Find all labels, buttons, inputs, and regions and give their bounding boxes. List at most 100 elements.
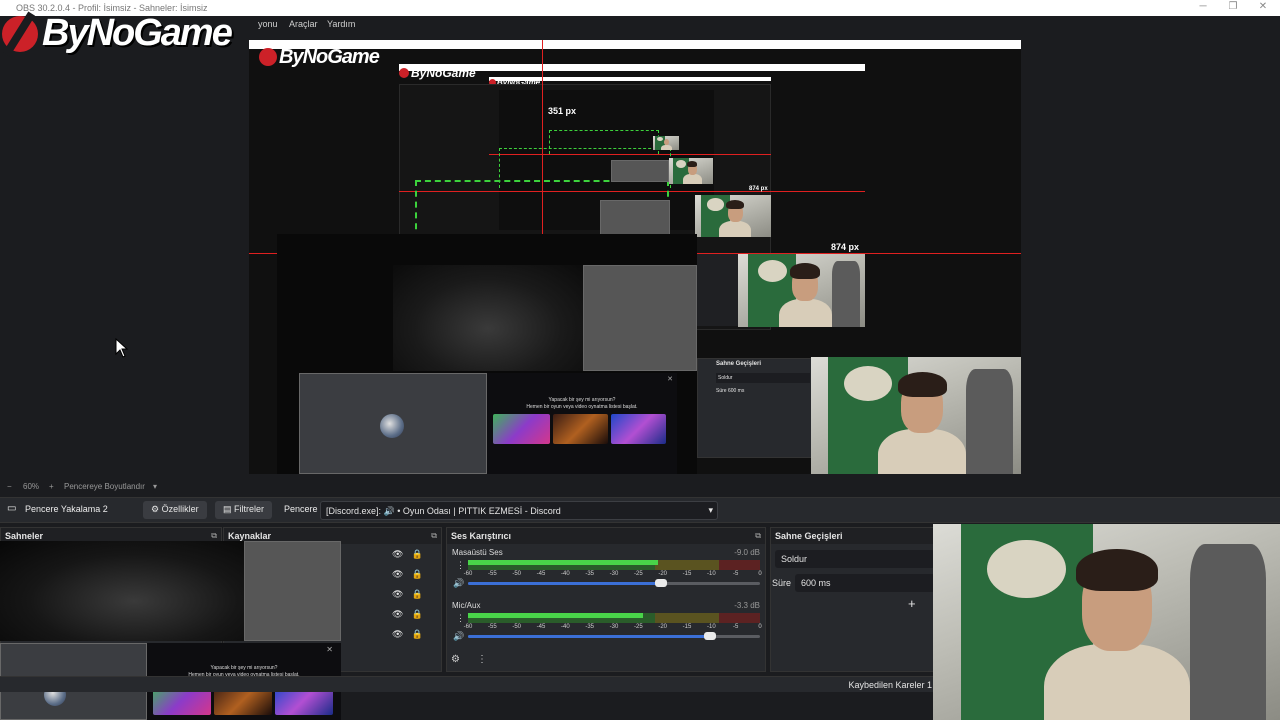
duration-input[interactable]: 600 ms xyxy=(795,574,935,592)
bynogame-logo-mark xyxy=(2,16,38,52)
window-capture-icon: ▭ xyxy=(7,503,17,514)
lock-icon[interactable]: 🔒 xyxy=(411,589,422,599)
game-card-1[interactable] xyxy=(493,414,550,444)
zoom-out-button[interactable]: − xyxy=(7,482,12,491)
undock-icon[interactable]: ⧉ xyxy=(755,531,761,541)
meter-tick-label: -20 xyxy=(658,571,667,577)
discord-video-placeholder xyxy=(299,373,487,474)
chevron-down-icon[interactable]: ▾ xyxy=(153,482,157,491)
menu-item-help[interactable]: Yardım xyxy=(327,19,355,29)
meter-tick-label: -55 xyxy=(487,571,497,577)
properties-button[interactable]: ⚙ Özellikler xyxy=(143,501,207,519)
game-card-3[interactable] xyxy=(611,414,666,444)
channel-menu-icon[interactable]: ⋮ xyxy=(456,560,465,571)
channel-name: Masaüstü Ses xyxy=(452,548,503,557)
add-transition-button[interactable]: + xyxy=(908,596,916,611)
source-row[interactable]: 👁 🔒 xyxy=(392,589,432,603)
volume-slider[interactable] xyxy=(468,579,760,587)
lock-icon[interactable]: 🔒 xyxy=(411,549,422,559)
meter-tick-label: -60 xyxy=(463,624,473,630)
close-icon[interactable]: ✕ xyxy=(1256,1,1270,15)
game-card-2[interactable] xyxy=(553,414,608,444)
eye-icon[interactable]: 👁 xyxy=(392,589,403,599)
window-select[interactable]: [Discord.exe]: 🔊 • Oyun Odası | PITTIK E… xyxy=(320,501,718,520)
undock-icon[interactable]: ⧉ xyxy=(431,531,437,541)
meter-tick-label: -5 xyxy=(732,624,739,630)
meter-tick-label: -15 xyxy=(682,624,692,630)
eye-icon[interactable]: 👁 xyxy=(392,629,403,639)
mixer-menu-icon[interactable]: ⋮ xyxy=(477,654,487,665)
guide-dashed-box-3 xyxy=(549,130,659,154)
meter-fill xyxy=(468,613,644,618)
meter-tick-label: -10 xyxy=(706,571,716,577)
measure-right-label: 874 px xyxy=(831,242,860,252)
lock-icon[interactable]: 🔒 xyxy=(411,629,422,639)
nested-grey-capture-1 xyxy=(600,200,670,235)
preview-canvas[interactable]: ByNoGame ByNoGame ByNoGame 351 px 874 px… xyxy=(249,40,1021,474)
source-row[interactable]: 👁 🔒 xyxy=(392,629,432,643)
gear-icon: ⚙ xyxy=(151,504,160,514)
fit-to-window-button[interactable]: Pencereye Boyutlandır xyxy=(64,482,145,491)
meter-tick-label: -35 xyxy=(585,624,594,630)
zoom-in-button[interactable]: + xyxy=(49,482,54,491)
channel-db: -3.3 dB xyxy=(734,601,760,610)
minimize-icon[interactable]: ─ xyxy=(1196,1,1210,15)
eye-icon[interactable]: 👁 xyxy=(392,569,403,579)
bynogame-logo: ByNoGame xyxy=(0,10,260,56)
eye-icon[interactable]: 👁 xyxy=(392,549,403,559)
meter-tick-label: -40 xyxy=(560,624,570,630)
bynogame-logo-text: ByNoGame xyxy=(42,12,233,54)
maximize-icon[interactable]: ❐ xyxy=(1226,1,1240,15)
chevron-down-icon: ▾ xyxy=(708,505,713,515)
eye-icon[interactable]: 👁 xyxy=(392,609,403,619)
meter-ticks: -60 -55 -50 -45 -40 -35 -30 -25 -20 -15 -10 -5 0 xyxy=(464,624,762,632)
volume-meter xyxy=(468,560,760,570)
source-row[interactable]: 👁 🔒 xyxy=(392,549,432,563)
advanced-audio-icon[interactable]: ⚙ xyxy=(451,654,460,665)
filters-button[interactable]: ▤ Filtreler xyxy=(215,501,273,519)
scenes-dock-title: Sahneler xyxy=(5,531,44,541)
meter-tick-label: -60 xyxy=(463,571,473,577)
nested-transitions-dock: Sahne Geçişleri Soldur Süre 600 ms xyxy=(697,358,812,458)
menu-item-tools[interactable]: Araçlar xyxy=(289,19,318,29)
lock-icon[interactable]: 🔒 xyxy=(411,609,422,619)
discord-close-icon[interactable]: ✕ xyxy=(667,375,673,383)
window-label: Pencere xyxy=(284,504,318,514)
selected-source-name: Pencere Yakalama 2 xyxy=(25,504,108,514)
undock-icon[interactable]: ⧉ xyxy=(211,531,217,541)
meter-tick-label: -15 xyxy=(682,571,692,577)
meter-tick-label: -50 xyxy=(512,624,521,630)
duration-label: Süre xyxy=(772,578,792,588)
transitions-title: Sahne Geçişleri xyxy=(775,531,843,541)
meter-tick-label: -30 xyxy=(609,624,619,630)
source-row[interactable]: 👁 🔒 xyxy=(392,609,432,623)
meter-tick-label: -45 xyxy=(536,571,546,577)
window-select-value: [Discord.exe]: 🔊 • Oyun Odası | PITTIK E… xyxy=(326,506,561,516)
measure-top-label: 351 px xyxy=(548,106,577,116)
zoom-percent: 60% xyxy=(23,482,40,491)
dropped-frames: Kaybedilen Kareler 1 xyxy=(848,680,932,690)
volume-slider[interactable] xyxy=(468,632,760,640)
discord-close-icon[interactable]: ✕ xyxy=(326,645,333,654)
source-row[interactable]: 👁 🔒 xyxy=(392,569,432,583)
speaker-icon[interactable]: 🔊 xyxy=(453,578,464,589)
speaker-icon[interactable]: 🔊 xyxy=(453,631,464,642)
volume-meter xyxy=(468,613,760,623)
menu-item-scene-collection[interactable]: yonu xyxy=(258,19,278,29)
filter-icon: ▤ xyxy=(223,504,232,514)
channel-menu-icon[interactable]: ⋮ xyxy=(456,613,465,624)
meter-tick-label: -30 xyxy=(609,571,619,577)
source-context-bar: ▭ Pencere Yakalama 2 ⚙ Özellikler ▤ Filt… xyxy=(0,497,1280,523)
meter-tick-label: -10 xyxy=(706,624,716,630)
meter-tick-label: -55 xyxy=(487,624,497,630)
meter-fill xyxy=(468,560,658,565)
meter-tick-label: -5 xyxy=(732,571,739,577)
mouse-cursor xyxy=(115,337,129,361)
scene-overlay-webcam xyxy=(0,541,244,641)
lock-icon[interactable]: 🔒 xyxy=(411,569,422,579)
scene-overlay-grey xyxy=(244,541,341,641)
transition-type-value: Soldur xyxy=(781,554,808,564)
transition-type-select[interactable]: Soldur xyxy=(775,550,935,568)
meter-tick-label: -50 xyxy=(512,571,521,577)
duration-value: 600 ms xyxy=(801,578,831,588)
